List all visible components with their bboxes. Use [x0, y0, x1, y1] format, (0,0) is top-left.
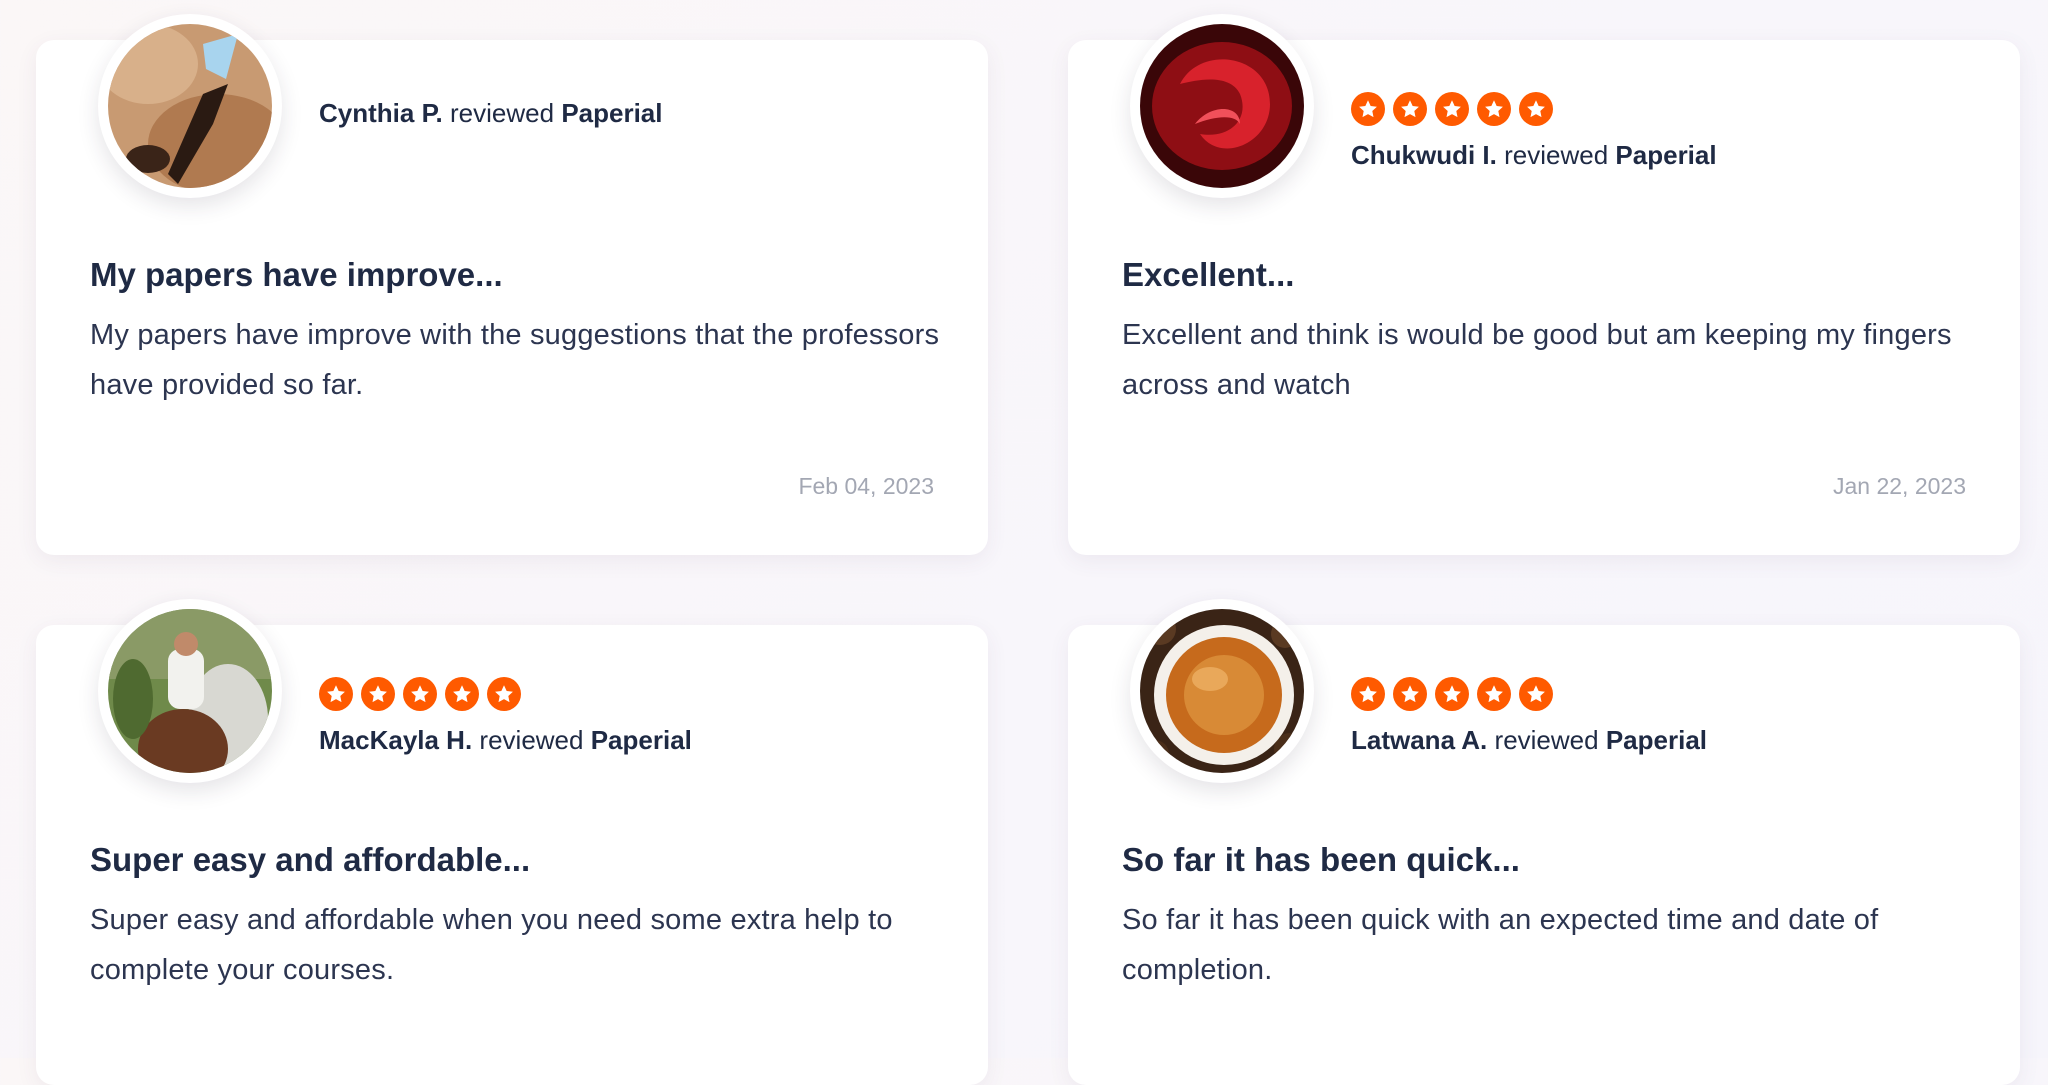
company-name: Paperial [1605, 725, 1707, 755]
star-rating [1351, 92, 1717, 126]
avatar [1130, 14, 1314, 198]
avatar-image [1140, 24, 1304, 188]
review-card: Cynthia P. reviewed Paperial My papers h… [36, 14, 988, 555]
review-date: Jan 22, 2023 [1832, 473, 1966, 499]
review-card: MacKayla H. reviewed Paperial Super easy… [36, 599, 988, 1085]
reviewer-name: MacKayla H. [319, 725, 473, 755]
star-icon [1435, 677, 1469, 711]
avatar [98, 14, 282, 198]
review-meta: Latwana A. reviewed Paperial [1351, 677, 1707, 756]
avatar-image [108, 24, 272, 188]
avatar [98, 599, 282, 783]
reviewer-byline: Chukwudi I. reviewed Paperial [1351, 140, 1717, 171]
review-body: My papers have improve with the suggesti… [90, 319, 940, 401]
star-icon [1393, 92, 1427, 126]
review-card: Chukwudi I. reviewed Paperial Excellent.… [1068, 14, 2020, 555]
reviewer-byline: Cynthia P. reviewed Paperial [319, 98, 662, 129]
avatar-image [1140, 609, 1304, 773]
review-body: So far it has been quick with an expecte… [1122, 904, 1879, 986]
reviewer-name: Chukwudi I. [1351, 140, 1497, 170]
review-body: Super easy and affordable when you need … [90, 904, 893, 986]
star-rating [319, 677, 692, 711]
avatar [1130, 599, 1314, 783]
star-icon [1393, 677, 1427, 711]
reviewed-text: reviewed [479, 725, 584, 755]
company-name: Paperial [561, 98, 663, 128]
review-meta: Chukwudi I. reviewed Paperial [1351, 92, 1717, 171]
review-title: Excellent... [1122, 256, 1295, 293]
review-card: Latwana A. reviewed Paperial So far it h… [1068, 599, 2020, 1085]
star-icon [319, 677, 353, 711]
reviewer-name: Cynthia P. [319, 98, 443, 128]
star-icon [487, 677, 521, 711]
star-icon [403, 677, 437, 711]
star-icon [445, 677, 479, 711]
star-icon [1351, 92, 1385, 126]
review-date: Feb 04, 2023 [798, 473, 934, 499]
reviewed-text: reviewed [450, 98, 555, 128]
review-title: Super easy and affordable... [90, 841, 531, 878]
reviewer-byline: MacKayla H. reviewed Paperial [319, 725, 692, 756]
company-name: Paperial [1615, 140, 1717, 170]
review-title: So far it has been quick... [1122, 841, 1520, 878]
star-rating [1351, 677, 1707, 711]
review-meta: Cynthia P. reviewed Paperial [319, 98, 662, 129]
reviewed-text: reviewed [1494, 725, 1599, 755]
review-title: My papers have improve... [90, 256, 503, 293]
star-icon [1351, 677, 1385, 711]
reviewer-byline: Latwana A. reviewed Paperial [1351, 725, 1707, 756]
star-icon [1519, 677, 1553, 711]
avatar-image [108, 609, 272, 773]
reviewed-text: reviewed [1504, 140, 1609, 170]
star-icon [1477, 92, 1511, 126]
review-meta: MacKayla H. reviewed Paperial [319, 677, 692, 756]
reviewer-name: Latwana A. [1351, 725, 1488, 755]
star-icon [1519, 92, 1553, 126]
star-icon [1477, 677, 1511, 711]
company-name: Paperial [590, 725, 692, 755]
star-icon [361, 677, 395, 711]
review-body: Excellent and think is would be good but… [1122, 319, 1952, 401]
star-icon [1435, 92, 1469, 126]
reviews-grid: Cynthia P. reviewed Paperial My papers h… [0, 0, 2048, 1085]
